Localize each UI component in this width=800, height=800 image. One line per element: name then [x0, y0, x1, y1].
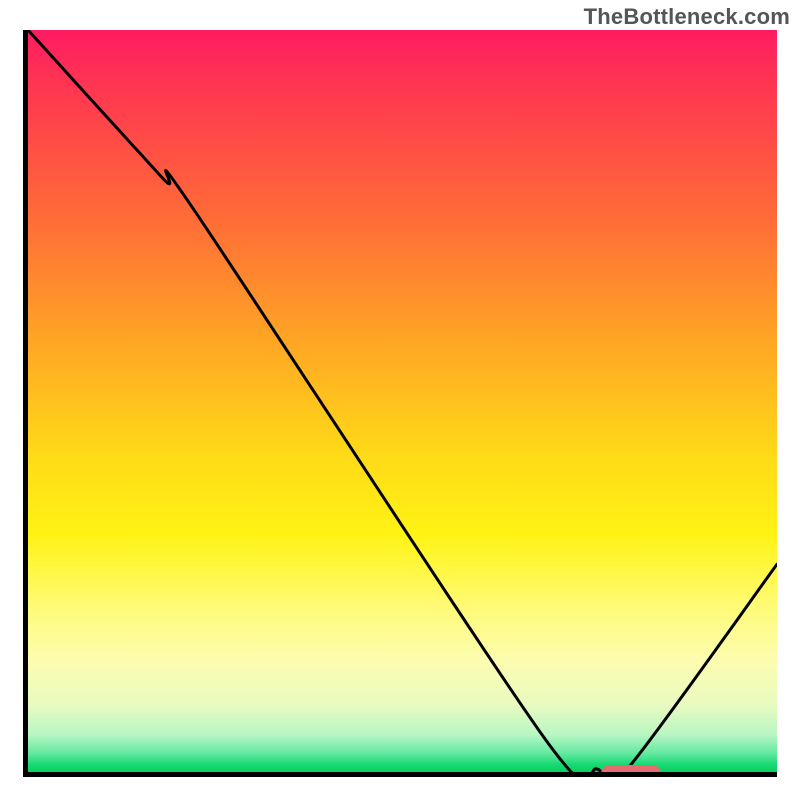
- curve-path: [28, 30, 777, 772]
- chart-line-layer: [28, 30, 777, 772]
- chart-plot-area: [23, 30, 777, 777]
- watermark-text: TheBottleneck.com: [584, 4, 790, 30]
- minimum-marker: [601, 765, 661, 777]
